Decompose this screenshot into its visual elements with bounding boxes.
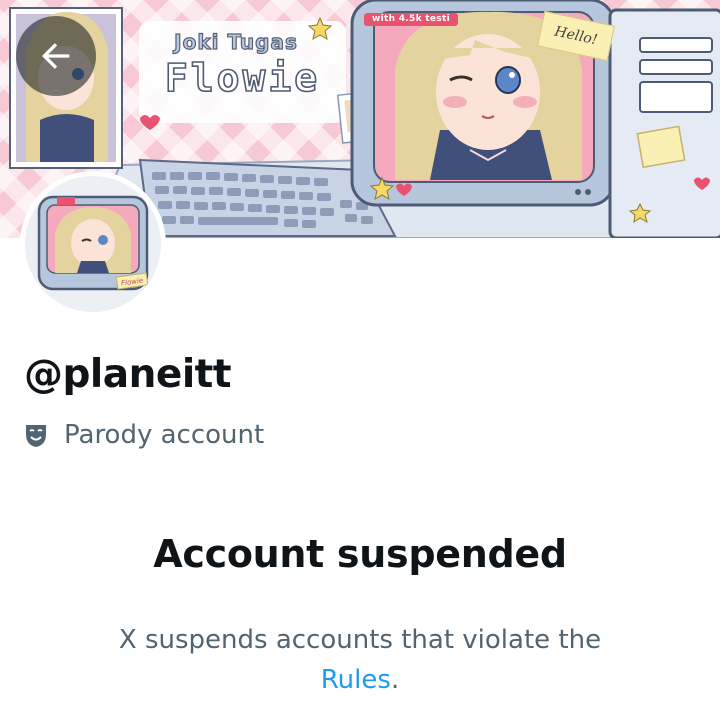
avatar-image: Flowie [25, 176, 161, 312]
parody-account-label: Parody account [24, 420, 264, 450]
banner-testi-tag: with 4.5k testi [364, 13, 458, 26]
avatar[interactable]: Flowie [20, 171, 166, 317]
banner-title-sub: Joki Tugas [174, 29, 298, 54]
rules-link[interactable]: Rules [321, 665, 391, 695]
computer-tower-drawing [608, 8, 720, 238]
parody-label-text: Parody account [64, 420, 265, 450]
suspended-title: Account suspended [153, 532, 567, 576]
arrow-left-icon [42, 43, 70, 69]
banner-title-main: Flowie [164, 55, 321, 101]
suspended-description-period: . [390, 665, 400, 695]
suspended-description-text: X suspends accounts that violate the [118, 625, 602, 655]
theater-masks-icon [24, 422, 48, 448]
avatar-illustration: Flowie [37, 195, 149, 291]
suspended-description: X suspends accounts that violate the Rul… [0, 620, 720, 700]
back-button[interactable] [16, 16, 96, 96]
profile-handle: @planeitt [24, 352, 231, 397]
